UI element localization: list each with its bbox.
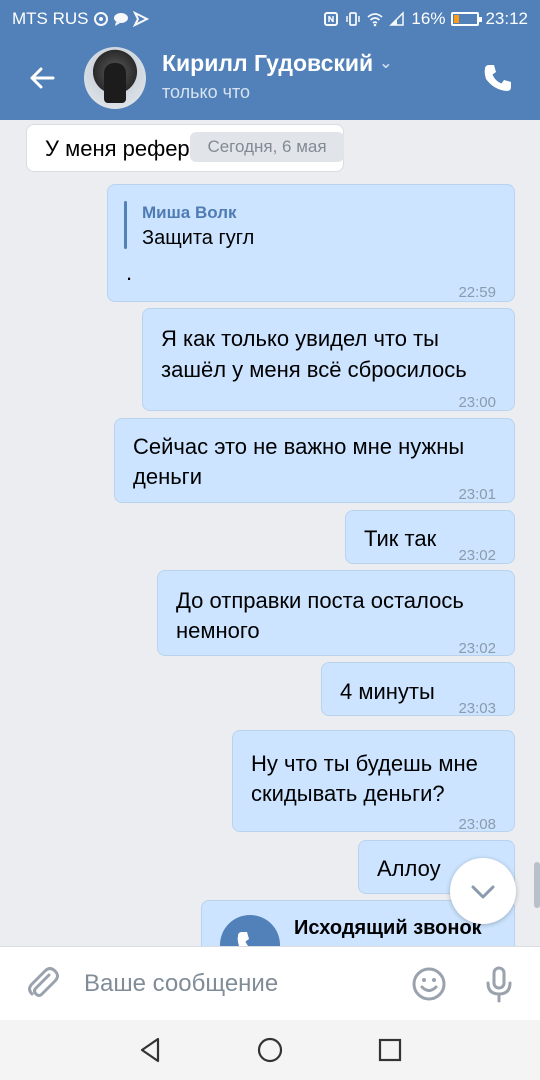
- microphone-icon[interactable]: [478, 963, 520, 1005]
- message-time: 23:03: [458, 700, 496, 717]
- message-text: У меня рефер: [45, 136, 190, 161]
- outgoing-message-with-reply[interactable]: Миша Волк Защита гугл . 22:59: [107, 184, 515, 302]
- outgoing-message[interactable]: Я как только увидел что ты зашёл у меня …: [142, 308, 515, 411]
- reply-quote-bar: [124, 201, 127, 249]
- nav-recents-icon[interactable]: [374, 1034, 406, 1066]
- contact-name-text: Кирилл Гудовский: [162, 50, 374, 76]
- wifi-icon: [367, 13, 383, 27]
- status-right: 16% 23:12: [323, 9, 528, 29]
- message-line-1: Тик так: [364, 526, 437, 551]
- scroll-to-bottom-button[interactable]: [450, 858, 516, 924]
- message-line-2: зашёл у меня всё сбросилось: [161, 357, 467, 382]
- phone-icon[interactable]: [478, 58, 518, 98]
- message-time: 23:02: [458, 640, 496, 657]
- signal-icon: [389, 11, 405, 26]
- message-time: 23:02: [458, 547, 496, 564]
- battery-percent: 16%: [411, 9, 446, 28]
- outgoing-message[interactable]: Тик так 23:02: [345, 510, 515, 564]
- status-bar: MTS RUS 16% 23:12: [0, 0, 540, 36]
- message-composer: [0, 946, 540, 1020]
- message-time: 23:08: [458, 816, 496, 833]
- nav-home-icon[interactable]: [254, 1034, 286, 1066]
- message-line-2: деньги: [133, 464, 202, 489]
- message-line-1: 4 минуты: [340, 679, 435, 704]
- emoji-icon[interactable]: [408, 963, 450, 1005]
- sync-icon: [93, 12, 108, 26]
- presence-status: только что: [162, 82, 251, 102]
- battery-icon: [451, 12, 483, 26]
- top-bar: MTS RUS 16% 23:12 Кирилл Гудовский ⌄ толь…: [0, 0, 540, 120]
- message-list[interactable]: У меня рефер Сегодня, 6 мая Миша Волк За…: [0, 120, 540, 946]
- message-time: 22:59: [458, 284, 496, 301]
- carrier-label: MTS RUS: [12, 9, 89, 28]
- outgoing-message[interactable]: Ну что ты будешь мне скидывать деньги? 2…: [232, 730, 515, 833]
- message-line-1: Ну что ты будешь мне: [251, 751, 478, 776]
- message-line-1: До отправки поста осталось: [176, 588, 464, 613]
- paperclip-icon[interactable]: [22, 963, 64, 1005]
- system-navigation-bar: [0, 1020, 540, 1080]
- outgoing-message[interactable]: Сейчас это не важно мне нужны деньги 23:…: [114, 418, 515, 503]
- avatar[interactable]: [84, 47, 146, 109]
- message-line-1: Я как только увидел что ты: [161, 326, 439, 351]
- back-arrow-icon[interactable]: [22, 58, 62, 98]
- message-time: 23:01: [458, 486, 496, 503]
- vibrate-icon: [346, 12, 361, 26]
- message-line-1: Сейчас это не важно мне нужны: [133, 434, 465, 459]
- chat-header: Кирилл Гудовский ⌄ только что: [0, 36, 540, 120]
- message-line-2: скидывать деньги?: [251, 781, 445, 806]
- chevron-down-icon: ⌄: [379, 55, 393, 72]
- outgoing-message[interactable]: До отправки поста осталось немного 23:02: [157, 570, 515, 657]
- date-divider: Сегодня, 6 мая: [190, 132, 344, 162]
- outgoing-message[interactable]: 4 минуты 23:03: [321, 662, 515, 717]
- chat-icon: [113, 13, 128, 26]
- nav-back-icon[interactable]: [134, 1034, 166, 1066]
- send-icon: [132, 11, 149, 27]
- status-left: MTS RUS: [12, 9, 149, 29]
- scrollbar[interactable]: [534, 862, 540, 908]
- chevron-down-icon: [471, 885, 495, 899]
- reply-quoted-text: Защита гугл: [142, 227, 255, 249]
- nfc-icon: [324, 12, 339, 26]
- message-input[interactable]: [84, 961, 394, 1007]
- contact-name[interactable]: Кирилл Гудовский ⌄: [162, 50, 393, 77]
- message-line-2: немного: [176, 618, 260, 643]
- message-time: 23:00: [458, 394, 496, 411]
- phone-call-icon: [220, 915, 280, 946]
- message-line-1: Аллоу: [377, 856, 441, 881]
- message-text: .: [126, 260, 133, 285]
- clock: 23:12: [485, 9, 528, 28]
